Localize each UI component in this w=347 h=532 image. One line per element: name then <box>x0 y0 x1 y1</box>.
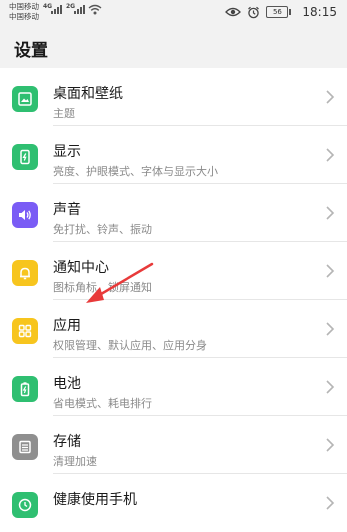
settings-item-title: 应用 <box>53 318 81 334</box>
storage-icon <box>12 434 38 460</box>
clock: 18:15 <box>302 5 337 19</box>
settings-item-subtitle: 免打扰、铃声、振动 <box>53 223 152 236</box>
chevron-right-icon <box>326 90 335 104</box>
status-bar: 中国移动 中国移动 4G 2G 56 18:15 <box>0 0 347 26</box>
settings-item-title: 显示 <box>53 144 81 160</box>
chevron-right-icon <box>326 496 335 510</box>
chevron-right-icon <box>326 264 335 278</box>
wifi-icon <box>88 4 102 15</box>
display-icon <box>12 144 38 170</box>
eye-comfort-icon <box>225 7 242 17</box>
settings-item-apps[interactable]: 应用 权限管理、默认应用、应用分身 <box>0 300 347 358</box>
alarm-icon <box>248 6 260 18</box>
settings-item-wallpaper[interactable]: 桌面和壁纸 主题 <box>0 68 347 126</box>
settings-item-title: 存储 <box>53 434 81 450</box>
settings-item-title: 桌面和壁纸 <box>53 86 123 102</box>
battery-icon <box>12 376 38 402</box>
settings-item-subtitle: 图标角标、锁屏通知 <box>53 281 152 294</box>
chevron-right-icon <box>326 438 335 452</box>
settings-item-notification-center[interactable]: 通知中心 图标角标、锁屏通知 <box>0 242 347 300</box>
page-title: 设置 <box>14 41 48 61</box>
chevron-right-icon <box>326 148 335 162</box>
signal-icon-2 <box>74 4 85 14</box>
chevron-right-icon <box>326 380 335 394</box>
health-usage-icon <box>12 492 38 518</box>
settings-item-sound[interactable]: 声音 免打扰、铃声、振动 <box>0 184 347 242</box>
settings-item-digital-wellbeing[interactable]: 健康使用手机 <box>0 474 347 532</box>
settings-item-title: 通知中心 <box>53 260 109 276</box>
settings-item-subtitle: 亮度、护眼模式、字体与显示大小 <box>53 165 218 178</box>
settings-item-title: 电池 <box>53 376 81 392</box>
settings-item-subtitle: 省电模式、耗电排行 <box>53 397 152 410</box>
battery-indicator: 56 <box>266 6 292 18</box>
notification-bell-icon <box>12 260 38 286</box>
settings-item-title: 声音 <box>53 202 81 218</box>
settings-item-subtitle: 主题 <box>53 107 75 120</box>
settings-item-battery[interactable]: 电池 省电模式、耗电排行 <box>0 358 347 416</box>
apps-grid-icon <box>12 318 38 344</box>
carrier-label-2: 中国移动 <box>9 12 39 21</box>
wallpaper-icon <box>12 86 38 112</box>
chevron-right-icon <box>326 206 335 220</box>
settings-item-display[interactable]: 显示 亮度、护眼模式、字体与显示大小 <box>0 126 347 184</box>
chevron-right-icon <box>326 322 335 336</box>
sound-icon <box>12 202 38 228</box>
settings-item-title: 健康使用手机 <box>53 492 137 508</box>
signal-icon-1 <box>51 4 62 14</box>
settings-item-subtitle: 清理加速 <box>53 455 97 468</box>
carrier-label-1: 中国移动 <box>9 2 39 11</box>
settings-item-storage[interactable]: 存储 清理加速 <box>0 416 347 474</box>
settings-list: 桌面和壁纸 主题 显示 亮度、护眼模式、字体与显示大小 声音 免打扰、铃声、振动 <box>0 68 347 532</box>
settings-item-subtitle: 权限管理、默认应用、应用分身 <box>53 339 207 352</box>
